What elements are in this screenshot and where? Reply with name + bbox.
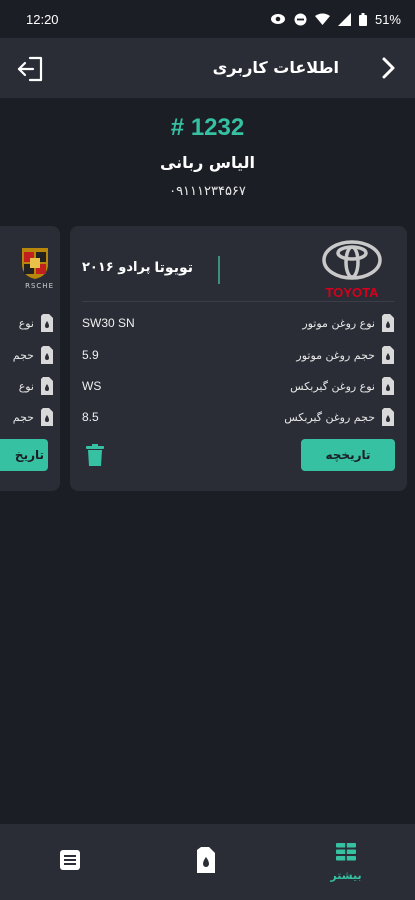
dnd-icon — [294, 13, 307, 26]
spec-label: حجم روغن موتور — [296, 348, 375, 362]
car-card[interactable]: TOYOTA تویوتا پرادو ۲۰۱۶ SW30 SN نوع روغ… — [70, 226, 407, 491]
bottom-nav: بیشتر — [0, 824, 415, 900]
nav-item-list[interactable] — [40, 824, 100, 900]
user-id: # 1232 — [170, 114, 245, 141]
spec-row: WS نوع روغن گیربکس — [82, 375, 395, 397]
spec-value: WS — [82, 379, 102, 393]
grid-icon — [336, 842, 356, 865]
spec-row: حجم — [13, 406, 54, 428]
oil-can-icon — [381, 314, 395, 332]
oil-can-icon — [196, 847, 216, 877]
signal-icon — [337, 12, 351, 26]
car-card-peek[interactable]: RSCHE نوع حجم نوع حجم تاریخ — [0, 226, 60, 491]
spec-row: حجم — [13, 344, 54, 366]
status-time: 12:20 — [26, 11, 59, 27]
user-phone: ۰۹۱۱۱۲۳۴۵۶۷ — [169, 184, 246, 199]
user-name: الیاس ربانی — [159, 153, 256, 172]
spec-row: 8.5 حجم روغن گیربکس — [82, 406, 395, 428]
battery-percent: 51% — [374, 11, 401, 27]
spec-row: نوع — [19, 312, 54, 334]
nav-item-oil[interactable] — [176, 824, 236, 900]
svg-text:TOYOTA: TOYOTA — [326, 285, 380, 300]
car-model: پرادو ۲۰۱۶ — [82, 260, 151, 275]
spec-row: نوع — [19, 375, 54, 397]
header-divider — [218, 256, 220, 284]
history-button[interactable]: تاریخ — [0, 439, 48, 471]
car-brand: تویوتا — [154, 260, 193, 276]
spec-row: 5.9 حجم روغن موتور — [82, 344, 395, 366]
eye-icon — [270, 13, 286, 25]
page-title: اطلاعات کاربری — [212, 58, 339, 77]
spec-label: نوع روغن گیربکس — [290, 379, 375, 393]
spec-value: 5.9 — [82, 348, 99, 362]
oil-can-icon — [40, 377, 54, 395]
battery-icon — [358, 12, 367, 26]
oil-can-icon — [381, 377, 395, 395]
spec-row: SW30 SN نوع روغن موتور — [82, 312, 395, 334]
status-bar: 12:20 51% — [0, 0, 415, 38]
logout-icon[interactable] — [16, 54, 46, 84]
spec-label: حجم روغن گیربکس — [284, 410, 375, 424]
oil-can-icon — [381, 408, 395, 426]
history-button[interactable]: تاریخچه — [301, 439, 395, 471]
chevron-right-icon[interactable] — [375, 55, 401, 81]
oil-can-icon — [40, 346, 54, 364]
divider — [82, 301, 395, 302]
trash-icon[interactable] — [86, 444, 104, 466]
car-card-header: TOYOTA تویوتا پرادو ۲۰۱۶ — [70, 226, 407, 301]
spec-value: 8.5 — [82, 410, 99, 424]
nav-item-more[interactable]: بیشتر — [314, 824, 378, 900]
app-bar: اطلاعات کاربری — [0, 38, 415, 98]
toyota-logo: TOYOTA — [322, 240, 382, 300]
wifi-icon — [314, 13, 330, 25]
porsche-logo-text: RSCHE — [25, 282, 54, 290]
list-icon — [60, 850, 80, 874]
spec-label: نوع روغن موتور — [302, 316, 375, 330]
porsche-logo — [22, 248, 48, 279]
oil-can-icon — [40, 408, 54, 426]
oil-can-icon — [381, 346, 395, 364]
nav-label-more: بیشتر — [330, 868, 362, 882]
oil-can-icon — [40, 314, 54, 332]
spec-value: SW30 SN — [82, 316, 135, 330]
